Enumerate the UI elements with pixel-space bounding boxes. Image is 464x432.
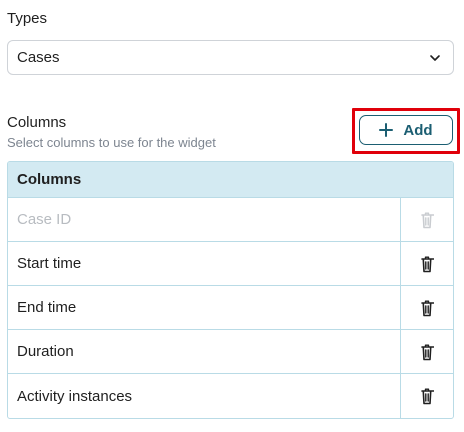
delete-column-button[interactable] [400,286,453,329]
types-select-value: Cases [17,49,60,66]
table-row: Start time [8,242,453,286]
columns-subtitle: Select columns to use for the widget [7,135,216,150]
trash-icon [421,300,434,316]
column-name: Duration [17,343,74,360]
types-select[interactable]: Cases [7,40,454,75]
table-row: End time [8,286,453,330]
columns-heading: Columns [7,114,67,131]
columns-table-header: Columns [8,162,453,198]
delete-column-button[interactable] [400,330,453,373]
columns-table: Columns Case ID Start time End time Duratio… [7,161,454,419]
table-row: Activity instances [8,374,453,418]
table-row: Duration [8,330,453,374]
types-label: Types [7,10,48,27]
delete-column-button [400,198,453,241]
add-column-button[interactable]: Add [359,115,453,145]
column-name: Activity instances [17,387,133,405]
trash-icon [421,212,434,228]
table-row: Case ID [8,198,453,242]
column-name: End time [17,299,77,316]
add-button-label: Add [403,121,433,139]
column-name: Start time [17,255,82,272]
chevron-down-icon [430,55,440,61]
plus-icon [379,123,394,137]
trash-icon [421,344,434,360]
delete-column-button[interactable] [400,374,453,418]
delete-column-button[interactable] [400,242,453,285]
column-name: Case ID [17,211,72,228]
trash-icon [421,388,434,405]
trash-icon [421,256,434,272]
